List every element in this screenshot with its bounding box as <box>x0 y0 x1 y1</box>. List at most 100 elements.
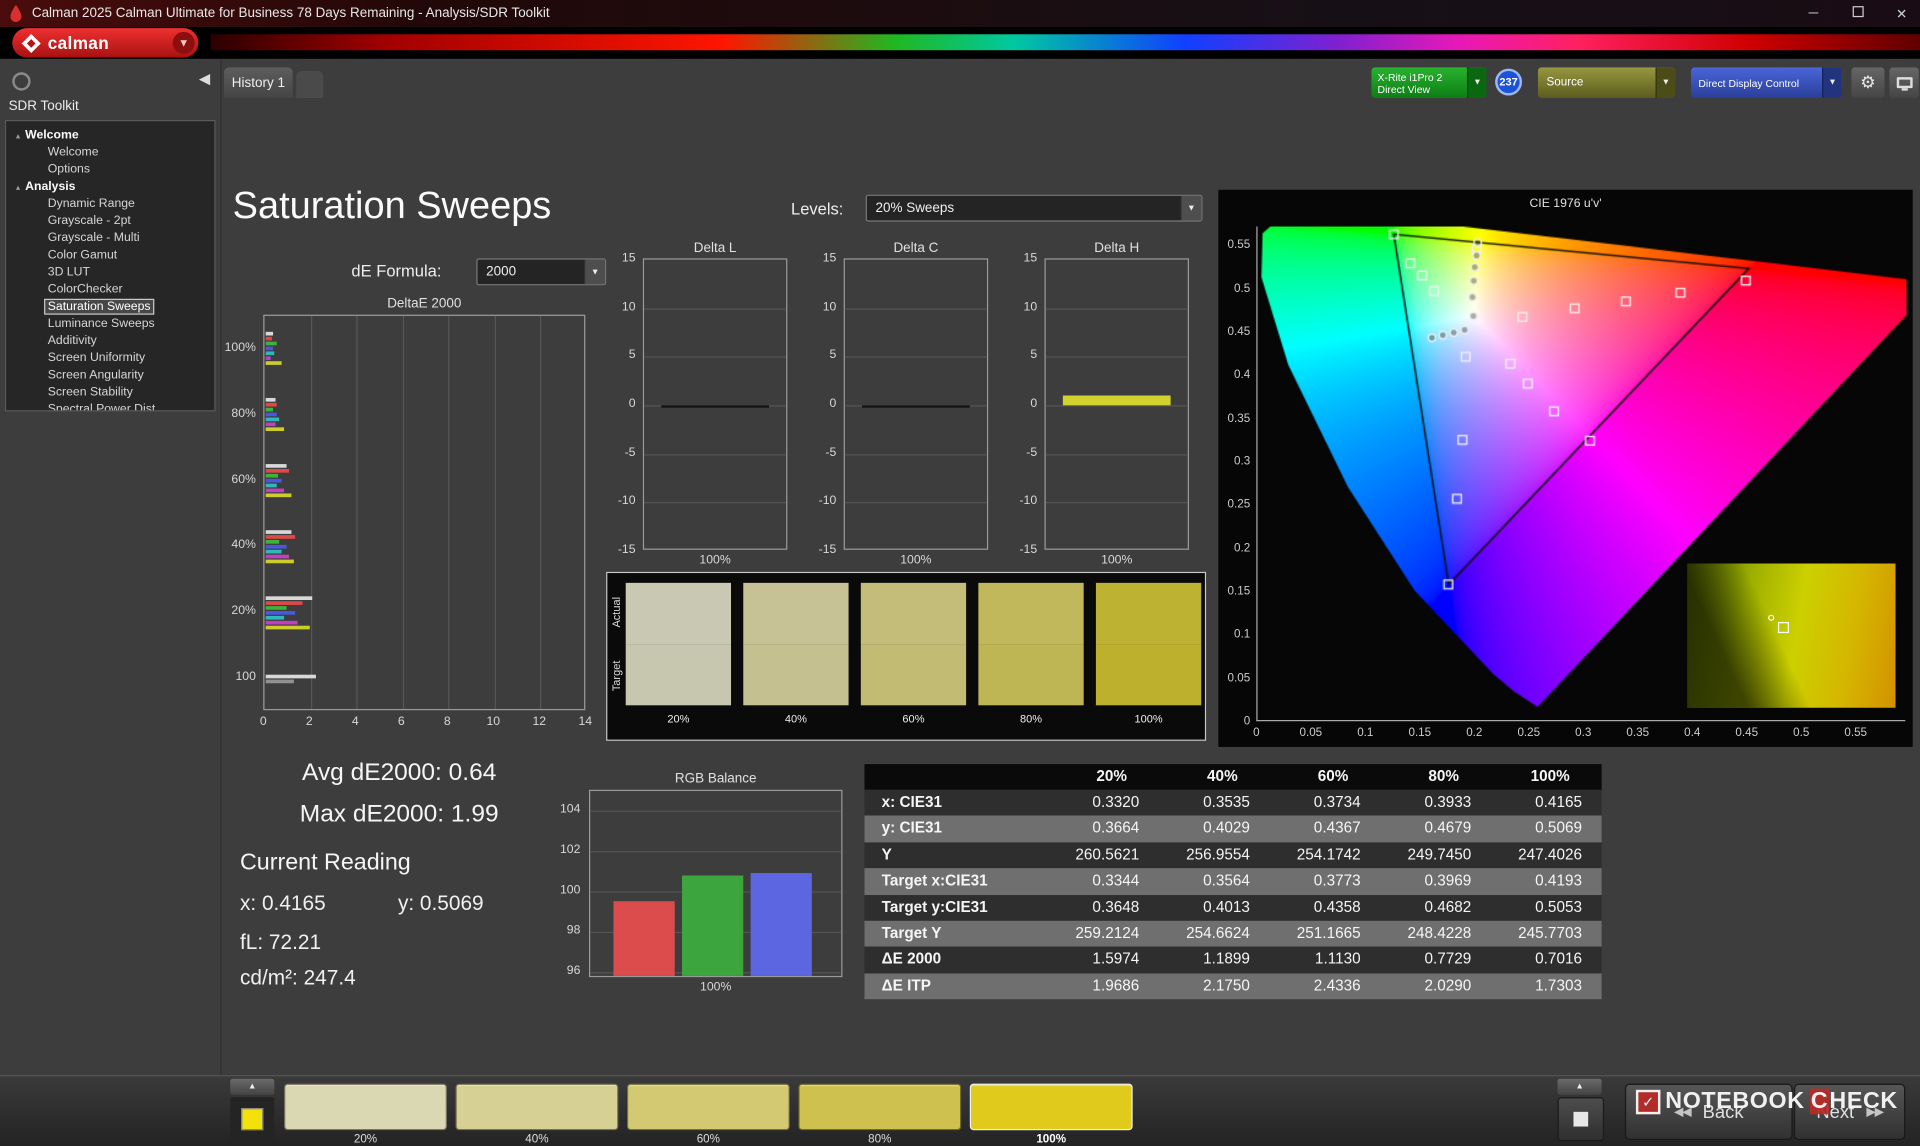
pattern-button-60%[interactable] <box>627 1084 790 1131</box>
row-value: 260.5621 <box>1048 842 1159 868</box>
de-bar <box>266 555 289 559</box>
sidebar-item-options[interactable]: Options <box>6 162 214 179</box>
sidebar-item-screen-uniformity[interactable]: Screen Uniformity <box>6 350 214 367</box>
expander-icon: ▴ <box>16 184 20 193</box>
row-value: 251.1665 <box>1270 921 1381 947</box>
table-header-cell: 20% <box>1048 764 1159 790</box>
current-cdm2-value: cd/m²: 247.4 <box>240 966 356 990</box>
pattern-button-100%[interactable] <box>970 1084 1133 1131</box>
window-title: Calman 2025 Calman Ultimate for Business… <box>32 6 550 21</box>
de-formula-value: 2000 <box>486 264 516 279</box>
sample-count-badge[interactable]: 237 <box>1495 69 1522 96</box>
swatch-80% <box>978 583 1083 705</box>
pattern-button-80%[interactable] <box>798 1084 961 1131</box>
row-value: 1.5974 <box>1048 947 1159 973</box>
monitor-icon <box>1896 77 1912 88</box>
table-row: Target y:CIE310.36480.40130.43580.46820.… <box>864 895 1601 921</box>
deltae-y-axis: 100%80%60%40%20%100 <box>206 315 260 711</box>
delta-h-y-axis: 151050-5-10-15 <box>999 258 1041 549</box>
sidebar-item-color-gamut[interactable]: Color Gamut <box>6 247 214 264</box>
next-button[interactable]: Next ▶▶ <box>1794 1084 1905 1140</box>
current-pattern-button[interactable] <box>230 1097 274 1141</box>
chevrons-left-icon: ◀◀ <box>1674 1105 1690 1118</box>
tree-group-analysis[interactable]: ▴Analysis <box>6 179 214 196</box>
settings-button[interactable]: ⚙ <box>1851 67 1884 98</box>
row-value: 0.3734 <box>1270 790 1381 816</box>
row-value: 0.7729 <box>1380 947 1491 973</box>
delta-c-x-label: 100% <box>844 553 988 566</box>
current-y-value: y: 0.5069 <box>398 891 484 915</box>
sidebar-item-grayscale-multi[interactable]: Grayscale - Multi <box>6 230 214 247</box>
target-row-label: Target <box>607 644 624 708</box>
sidebar-item-additivity[interactable]: Additivity <box>6 333 214 350</box>
deltae-x-axis: 02468101214 <box>263 715 585 730</box>
de-bar <box>266 530 291 534</box>
row-value: 0.3648 <box>1048 895 1159 921</box>
row-value: 247.4026 <box>1491 842 1602 868</box>
minimize-button[interactable]: ─ <box>1802 6 1824 21</box>
tab-history-1[interactable]: History 1 <box>224 67 293 98</box>
pattern-button-20%[interactable] <box>284 1084 447 1131</box>
new-tab-button[interactable] <box>296 71 323 98</box>
back-label: Back <box>1703 1101 1744 1122</box>
pattern-window-button[interactable] <box>1558 1097 1605 1141</box>
delta-c-y-axis: 151050-5-10-15 <box>798 258 840 549</box>
sidebar-item-colorchecker[interactable]: ColorChecker <box>6 282 214 299</box>
de-bar <box>266 611 296 615</box>
sidebar-collapse-button[interactable]: ◀ <box>193 70 215 92</box>
de-bar <box>266 550 282 554</box>
row-value: 0.5069 <box>1491 816 1602 842</box>
row-value: 0.3564 <box>1159 868 1270 894</box>
sidebar-item-grayscale-2pt[interactable]: Grayscale - 2pt <box>6 213 214 230</box>
rgb-bar-red <box>613 901 674 976</box>
rgb-bar-green <box>682 875 743 976</box>
sidebar-item-screen-stability[interactable]: Screen Stability <box>6 384 214 401</box>
cie-chart-title: CIE 1976 u'v' <box>1218 197 1912 210</box>
actual-swatch <box>861 583 966 644</box>
sidebar-item-spectral-power-dist-[interactable]: Spectral Power Dist. <box>6 402 214 412</box>
row-value: 1.1130 <box>1270 947 1381 973</box>
sidebar-item-screen-angularity[interactable]: Screen Angularity <box>6 367 214 384</box>
rainbow-stripe <box>211 34 1920 50</box>
nav-up-button[interactable]: ▲ <box>1558 1079 1602 1095</box>
maximize-button[interactable] <box>1847 6 1869 21</box>
de-bar <box>266 464 287 468</box>
toolkit-home-button[interactable] <box>12 72 30 90</box>
sidebar-item-saturation-sweeps[interactable]: Saturation Sweeps <box>6 299 214 316</box>
cie-diagram-panel: CIE 1976 u'v' 00.050.10.150.20.250.30.35… <box>1218 190 1912 747</box>
levels-value: 20% Sweeps <box>876 201 955 216</box>
levels-dropdown[interactable]: 20% Sweeps ▼ <box>866 195 1203 222</box>
rgb-balance-y-axis: 1041021009896 <box>540 790 584 977</box>
display-settings-button[interactable] <box>1889 67 1918 98</box>
sidebar-item-welcome[interactable]: Welcome <box>6 144 214 161</box>
de-bar <box>266 535 296 539</box>
sidebar-item-luminance-sweeps[interactable]: Luminance Sweeps <box>6 316 214 333</box>
source-dropdown[interactable]: Source ▼ <box>1538 67 1675 98</box>
de-bar <box>266 484 277 488</box>
row-value: 2.4336 <box>1270 973 1381 999</box>
source-label: Source <box>1547 76 1584 89</box>
table-row: y: CIE310.36640.40290.43670.46790.5069 <box>864 816 1601 842</box>
de-bar <box>266 469 289 473</box>
row-value: 245.7703 <box>1491 921 1602 947</box>
pattern-button-40%[interactable] <box>456 1084 619 1131</box>
sidebar-item-3d-lut[interactable]: 3D LUT <box>6 264 214 281</box>
row-value: 0.5053 <box>1491 895 1602 921</box>
de-bar <box>266 474 279 478</box>
de-bar <box>266 674 317 678</box>
pattern-up-button[interactable]: ▲ <box>230 1079 274 1095</box>
calman-menu-button[interactable]: calman ▼ <box>12 28 198 57</box>
pattern-label: 80% <box>798 1133 961 1146</box>
actual-row-label: Actual <box>607 580 624 644</box>
close-button[interactable]: ✕ <box>1891 6 1913 22</box>
de-bar <box>266 403 277 407</box>
display-control-dropdown[interactable]: Direct Display Control ▼ <box>1691 67 1842 98</box>
row-label: ΔE ITP <box>864 973 1048 999</box>
display-control-label: Direct Display Control <box>1698 77 1799 89</box>
de-bar <box>266 545 287 549</box>
meter-dropdown[interactable]: X-Rite i1Pro 2 Direct View ▼ <box>1371 67 1486 98</box>
back-button[interactable]: ◀◀ Back <box>1625 1084 1793 1140</box>
de-formula-dropdown[interactable]: 2000 ▼ <box>476 258 606 285</box>
tree-group-welcome[interactable]: ▴Welcome <box>6 127 214 144</box>
sidebar-item-dynamic-range[interactable]: Dynamic Range <box>6 196 214 213</box>
